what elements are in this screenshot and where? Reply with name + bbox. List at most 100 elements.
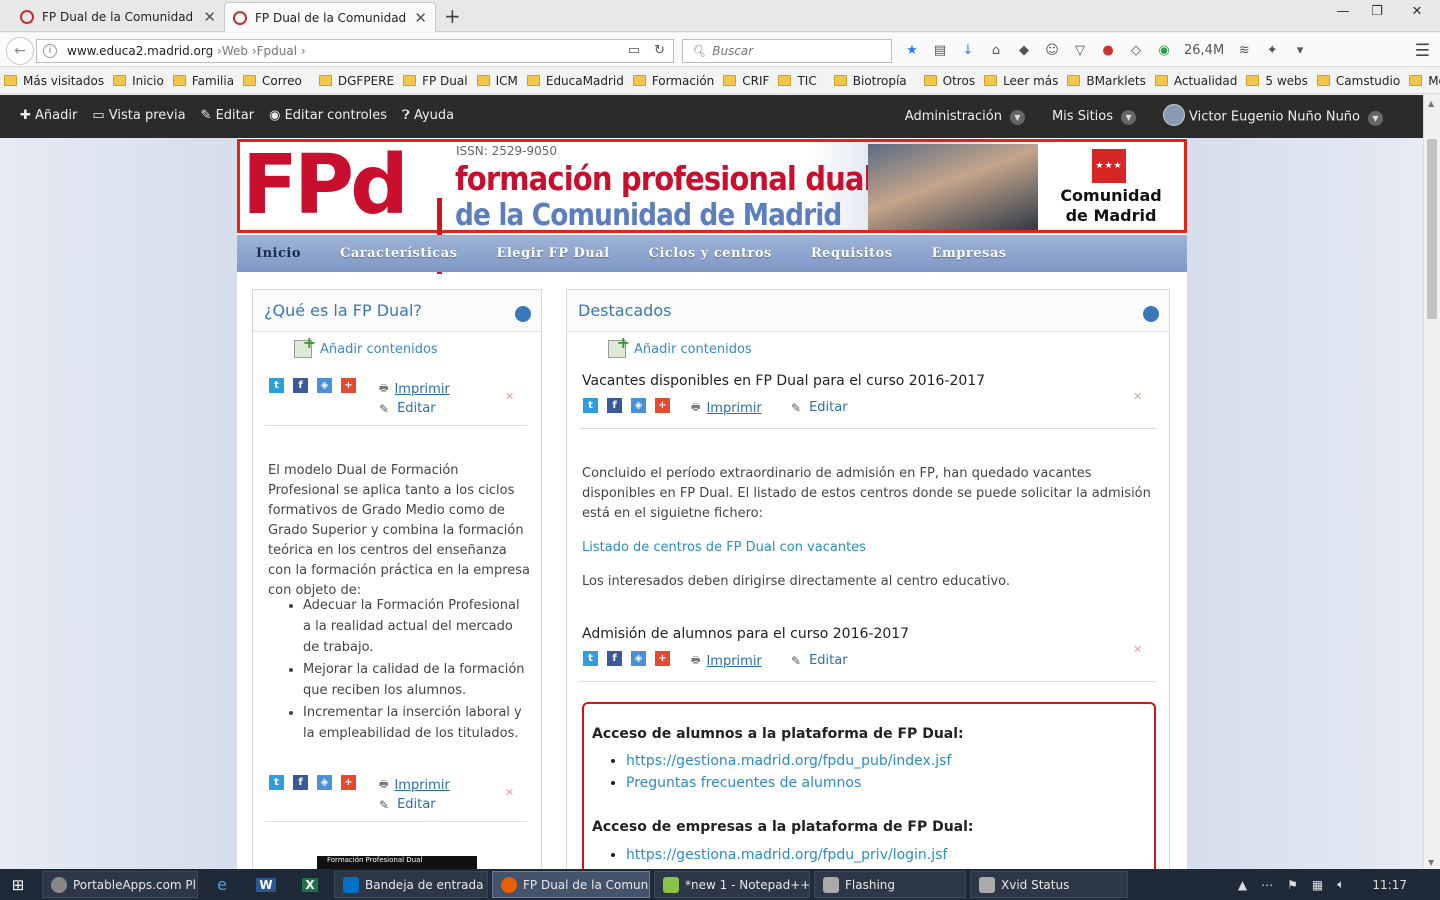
twitter-icon[interactable]: t <box>269 378 284 393</box>
reader-view-icon[interactable]: ▭ <box>628 43 640 58</box>
url-bar[interactable]: i www.educa2.madrid.org › Web › Fpdual ›… <box>36 39 674 63</box>
tray-expand-icon[interactable]: ▲ <box>1238 878 1247 892</box>
tray-dots-icon[interactable]: ⋯ <box>1261 878 1273 892</box>
print-link[interactable]: 🖶︎ Imprimir <box>379 381 450 398</box>
extension-owl-icon[interactable]: ◆ <box>1014 41 1034 59</box>
pin-icon[interactable]: ✕ <box>1133 390 1146 403</box>
share-plus-icon[interactable]: + <box>655 398 670 413</box>
print-link[interactable]: 🖶︎ Imprimir <box>379 777 450 794</box>
download-icon[interactable]: ↓ <box>958 41 978 59</box>
bookmarks-list-icon[interactable]: ▤ <box>930 41 950 59</box>
nav-empresas[interactable]: Empresas <box>932 246 1007 261</box>
add-content-link[interactable]: Añadir contenidos <box>608 333 752 358</box>
scroll-up-icon[interactable]: ▲ <box>1428 99 1434 108</box>
booklet-image[interactable]: Formación Profesional Dual <box>317 856 477 869</box>
tab-fpdual-2[interactable]: FP Dual de la Comunidad ... ✕ <box>224 2 436 32</box>
bookmark-item[interactable]: Familia <box>172 74 234 88</box>
taskbar-ie[interactable]: e <box>202 871 242 898</box>
gear-icon[interactable] <box>515 306 531 322</box>
flashgot-icon[interactable]: ✦ <box>1262 41 1282 59</box>
delicious-icon[interactable]: ◈ <box>317 378 332 393</box>
print-link[interactable]: 🖶︎ Imprimir <box>691 653 762 670</box>
nav-elegir-fp-dual[interactable]: Elegir FP Dual <box>496 246 609 261</box>
administration-menu[interactable]: Administración ▼ <box>905 109 1025 125</box>
pin-icon[interactable]: ✕ <box>1133 643 1146 656</box>
twitter-icon[interactable]: t <box>269 775 284 790</box>
my-sites-menu[interactable]: Mis Sitios ▼ <box>1052 109 1137 125</box>
delicious-icon[interactable]: ◈ <box>317 775 332 790</box>
add-content-link[interactable]: Añadir contenidos <box>294 333 438 358</box>
nav-requisitos[interactable]: Requisitos <box>811 246 893 261</box>
delicious-icon[interactable]: ◈ <box>631 398 646 413</box>
taskbar-word[interactable]: W <box>246 871 286 898</box>
share-plus-icon[interactable]: + <box>341 775 356 790</box>
new-tab-button[interactable]: + <box>444 4 461 28</box>
user-menu[interactable]: Victor Eugenio Nuño Nuño ▼ <box>1163 104 1383 126</box>
bookmark-item[interactable]: 5 webs <box>1246 74 1308 88</box>
search-input[interactable] <box>712 44 883 58</box>
facebook-icon[interactable]: f <box>607 651 622 666</box>
adblock-icon[interactable]: ● <box>1098 41 1118 59</box>
taskbar-item-firefox[interactable]: FP Dual de la Comun... <box>492 871 650 898</box>
bookmark-item[interactable]: Correo <box>243 74 302 88</box>
nav-ciclos-centros[interactable]: Ciclos y centros <box>649 246 772 261</box>
edit-link[interactable]: ✎ Editar <box>791 653 848 668</box>
bookmark-item[interactable]: Formación <box>632 74 714 88</box>
chat-icon[interactable]: ☺ <box>1042 41 1062 59</box>
memory-extension-icon[interactable]: ◉ <box>1154 41 1174 59</box>
edit-link[interactable]: ✎ Editar <box>791 400 848 415</box>
bookmark-item[interactable]: Inicio <box>113 74 164 88</box>
article-title[interactable]: Admisión de alumnos para el curso 2016-2… <box>582 626 909 642</box>
bookmark-item[interactable]: Moodle 297 <box>1409 74 1440 88</box>
clock[interactable]: 11:17 <box>1372 878 1407 892</box>
nav-inicio[interactable]: Inicio <box>256 246 301 261</box>
edit-controls-button[interactable]: ◉ Editar controles <box>269 108 387 123</box>
tag-icon[interactable]: ◇ <box>1126 41 1146 59</box>
taskbar-item-outlook[interactable]: Bandeja de entrada -... <box>334 871 488 898</box>
facebook-icon[interactable]: f <box>293 378 308 393</box>
pin-icon[interactable]: ✕ <box>505 390 518 403</box>
edit-button[interactable]: ✎ Editar <box>201 108 255 123</box>
taskbar-item-portableapps[interactable]: PortableApps.com Pl... <box>42 871 198 898</box>
start-button[interactable]: ⊞ <box>0 869 36 900</box>
bookmark-item[interactable]: Actualidad <box>1154 74 1237 88</box>
bookmark-item[interactable]: ICM <box>476 74 518 88</box>
facebook-icon[interactable]: f <box>293 775 308 790</box>
share-plus-icon[interactable]: + <box>341 378 356 393</box>
bookmark-item[interactable]: Camstudio <box>1316 74 1400 88</box>
vacancies-link[interactable]: Listado de centros de FP Dual con vacant… <box>582 538 866 558</box>
pin-icon[interactable]: ✕ <box>505 786 518 799</box>
companies-platform-link[interactable]: https://gestiona.madrid.org/fpdu_priv/lo… <box>626 847 947 863</box>
bookmark-item[interactable]: Otros <box>923 74 975 88</box>
bookmark-item[interactable]: DGFPERE <box>318 74 394 88</box>
search-box[interactable]: 🔍︎ <box>682 39 892 63</box>
reload-icon[interactable]: ↻ <box>654 43 665 58</box>
nav-caracteristicas[interactable]: Características <box>340 246 457 261</box>
bookmark-item[interactable]: Leer más <box>984 74 1058 88</box>
scrollbar-thumb[interactable] <box>1427 139 1437 319</box>
taskbar-excel[interactable]: X <box>290 871 330 898</box>
share-plus-icon[interactable]: + <box>655 651 670 666</box>
volume-icon[interactable]: 🔈︎ <box>1337 877 1344 892</box>
taskbar-item-notepad[interactable]: *new 1 - Notepad++ <box>654 871 810 898</box>
layers-icon[interactable]: ≋ <box>1234 41 1254 59</box>
edit-link[interactable]: ✎ Editar <box>379 797 436 812</box>
help-button[interactable]: ❓︎ Ayuda <box>402 108 454 123</box>
network-icon[interactable]: ▦ <box>1312 878 1323 892</box>
tab-fpdual-1[interactable]: FP Dual de la Comunidad ... ✕ <box>12 2 224 32</box>
taskbar-item-xvid[interactable]: Xvid Status <box>970 871 1128 898</box>
twitter-icon[interactable]: t <box>583 651 598 666</box>
flag-icon[interactable]: ⚑ <box>1287 878 1298 892</box>
bookmark-item[interactable]: Biotropía <box>833 74 907 88</box>
site-banner[interactable]: FPd ISSN: 2529-9050 formación profesiona… <box>237 139 1187 233</box>
students-faq-link[interactable]: Preguntas frecuentes de alumnos <box>626 775 861 791</box>
back-button[interactable]: ← <box>6 37 34 65</box>
dropdown-icon[interactable]: ▾ <box>1290 41 1310 59</box>
pocket-icon[interactable]: ▽ <box>1070 41 1090 59</box>
close-tab-icon[interactable]: ✕ <box>203 8 216 26</box>
close-tab-icon[interactable]: ✕ <box>414 9 427 27</box>
gear-icon[interactable] <box>1143 306 1159 322</box>
page-scrollbar[interactable]: ▲ ▼ <box>1423 95 1440 869</box>
bookmark-item[interactable]: FP Dual <box>403 74 468 88</box>
print-link[interactable]: 🖶︎ Imprimir <box>691 400 762 417</box>
